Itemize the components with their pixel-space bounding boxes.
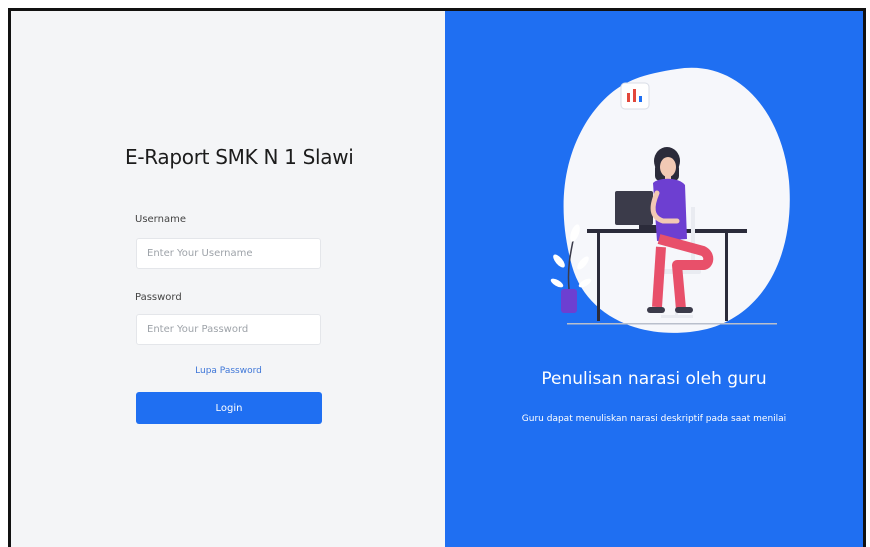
forgot-password-link[interactable]: Lupa Password	[136, 366, 321, 376]
chart-card-icon	[620, 82, 650, 110]
promo-panel: Penulisan narasi oleh guru Guru dapat me…	[445, 11, 863, 547]
login-button[interactable]: Login	[136, 392, 322, 424]
username-label: Username	[135, 214, 186, 225]
page-title: E-Raport SMK N 1 Slawi	[125, 145, 354, 169]
login-panel: E-Raport SMK N 1 Slawi Username Password…	[11, 11, 445, 547]
login-page: E-Raport SMK N 1 Slawi Username Password…	[8, 8, 866, 547]
woman-laptop-illustration	[550, 67, 790, 333]
promo-subline: Guru dapat menuliskan narasi deskriptif …	[521, 414, 787, 424]
password-input[interactable]	[136, 314, 321, 345]
password-label: Password	[135, 292, 182, 303]
username-input[interactable]	[136, 238, 321, 269]
promo-headline: Penulisan narasi oleh guru	[541, 369, 767, 389]
